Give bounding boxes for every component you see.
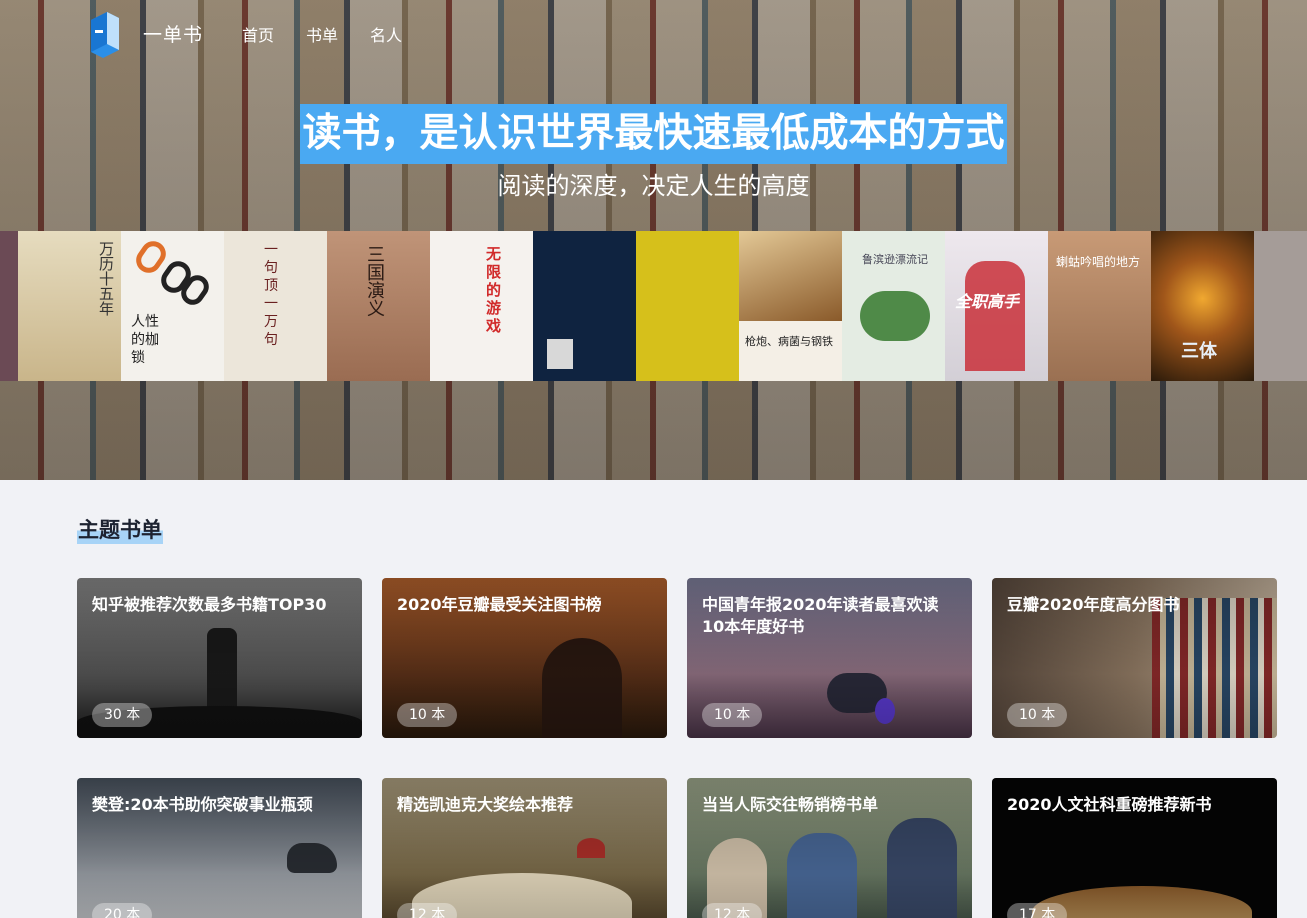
booklist-card[interactable]: 樊登:20本书助你突破事业瓶颈 20 本 xyxy=(77,778,362,918)
card-count-badge: 10 本 xyxy=(397,703,458,727)
book-cover[interactable]: 鲁滨逊漂流记 xyxy=(842,231,945,381)
card-title: 中国青年报2020年读者最喜欢读10本年度好书 xyxy=(702,595,939,636)
book-cover[interactable]: 三国演义 xyxy=(327,231,430,381)
nav-home[interactable]: 首页 xyxy=(242,22,274,46)
booklist-card[interactable]: 2020人文社科重磅推荐新书 17 本 xyxy=(992,778,1277,918)
hero-banner: 一单书 首页 书单 名人 读书，是认识世界最快速最低成本的方式 阅读的深度，决定… xyxy=(0,0,1307,480)
book-cover[interactable]: 枪炮、病菌与钢铁 xyxy=(739,231,842,381)
card-title: 当当人际交往畅销榜书单 xyxy=(702,795,879,814)
card-count-badge: 10 本 xyxy=(702,703,763,727)
card-title: 知乎被推荐次数最多书籍TOP30 xyxy=(92,595,327,614)
card-count-badge: 12 本 xyxy=(397,903,458,918)
book-cover[interactable] xyxy=(636,231,739,381)
hero-headline: 读书，是认识世界最快速最低成本的方式 xyxy=(300,104,1007,164)
book-cover[interactable] xyxy=(0,231,18,381)
book-cover[interactable] xyxy=(533,231,636,381)
hero-subline: 阅读的深度，决定人生的高度 xyxy=(497,172,810,200)
card-count-badge: 20 本 xyxy=(92,903,153,918)
book-cover[interactable]: 三体 xyxy=(1151,231,1254,381)
card-count-badge: 17 本 xyxy=(1007,903,1068,918)
card-title: 豆瓣2020年度高分图书 xyxy=(1007,595,1180,614)
nav-famous-people[interactable]: 名人 xyxy=(370,22,402,46)
headline-wrap: 读书，是认识世界最快速最低成本的方式 xyxy=(0,104,1307,164)
booklist-card[interactable]: 当当人际交往畅销榜书单 12 本 xyxy=(687,778,972,918)
card-title: 2020年豆瓣最受关注图书榜 xyxy=(397,595,602,614)
booklist-card[interactable]: 精选凯迪克大奖绘本推荐 12 本 xyxy=(382,778,667,918)
booklist-card[interactable]: 中国青年报2020年读者最喜欢读10本年度好书 10 本 xyxy=(687,578,972,738)
booklist-card[interactable]: 知乎被推荐次数最多书籍TOP30 30 本 xyxy=(77,578,362,738)
book-cover[interactable]: 人性的枷锁 xyxy=(121,231,224,381)
card-title: 精选凯迪克大奖绘本推荐 xyxy=(397,795,574,814)
chain-icon xyxy=(136,241,209,305)
card-count-badge: 10 本 xyxy=(1007,703,1068,727)
book-cover-strip: 万历十五年 人性的枷锁 一句顶一万句 三国演义 无限的游戏 枪炮、病菌与钢铁 鲁… xyxy=(0,231,1307,381)
book-cover[interactable] xyxy=(1254,231,1307,381)
top-nav: 一单书 首页 书单 名人 xyxy=(0,0,1307,70)
book-cover[interactable]: 无限的游戏 xyxy=(430,231,533,381)
book-cover[interactable]: 万历十五年 xyxy=(18,231,121,381)
card-count-badge: 12 本 xyxy=(702,903,763,918)
card-title: 2020人文社科重磅推荐新书 xyxy=(1007,795,1212,814)
card-title: 樊登:20本书助你突破事业瓶颈 xyxy=(92,795,313,814)
brand-name[interactable]: 一单书 xyxy=(143,20,203,47)
booklist-card[interactable]: 豆瓣2020年度高分图书 10 本 xyxy=(992,578,1277,738)
book-cover[interactable]: 蝲蛄吟唱的地方 xyxy=(1048,231,1151,381)
nav-booklists[interactable]: 书单 xyxy=(306,22,338,46)
book-cover[interactable]: 全职高手 xyxy=(945,231,1048,381)
booklist-card[interactable]: 2020年豆瓣最受关注图书榜 10 本 xyxy=(382,578,667,738)
section-title: 主题书单 xyxy=(77,514,163,544)
book-cover[interactable]: 一句顶一万句 xyxy=(224,231,327,381)
card-count-badge: 30 本 xyxy=(92,703,153,727)
book-logo-icon[interactable] xyxy=(91,10,119,58)
